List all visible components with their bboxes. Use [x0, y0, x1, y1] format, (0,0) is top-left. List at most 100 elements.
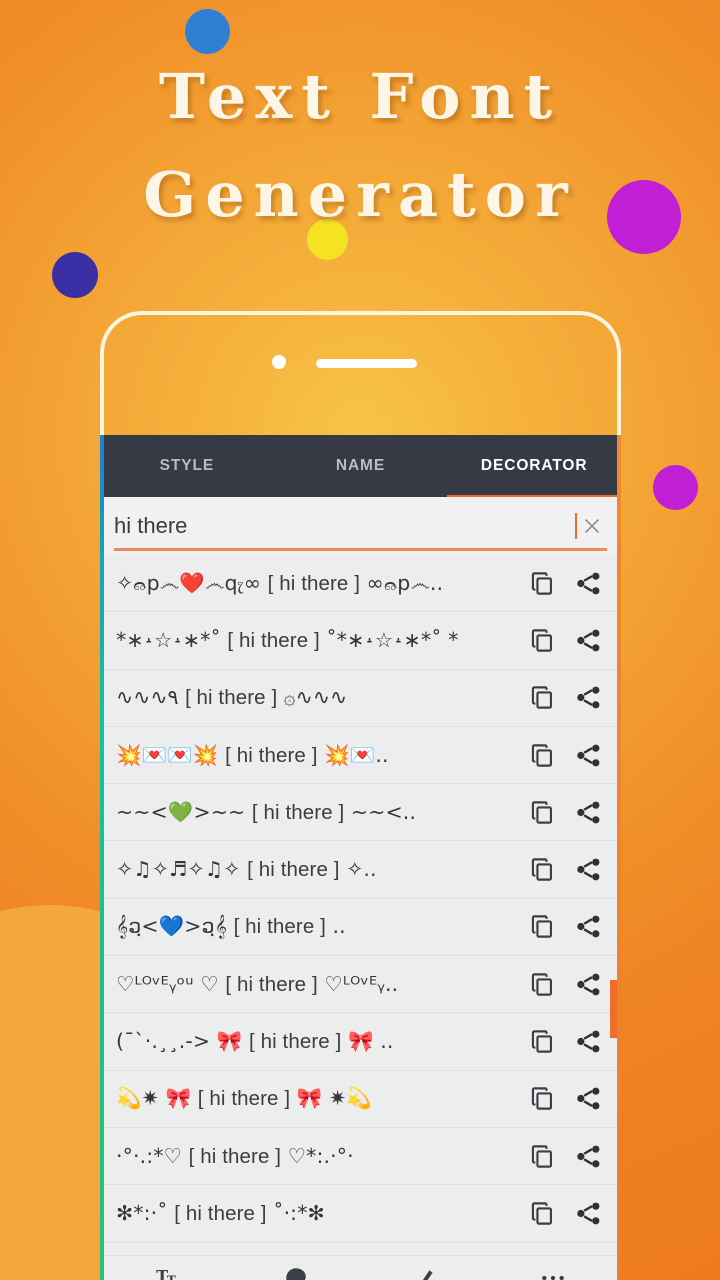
tab-name[interactable]: NAME: [274, 435, 448, 497]
vertical-scrollbar-thumb[interactable]: [610, 980, 617, 1038]
toolbar-more-button[interactable]: [489, 1265, 617, 1280]
tab-decorator[interactable]: DECORATOR: [447, 435, 621, 499]
share-icon: [576, 1030, 599, 1053]
screen-left-rail: [100, 435, 104, 1280]
share-button[interactable]: [565, 1190, 611, 1236]
decoration-list[interactable]: ✧෬p෴❤️෴q෭∞ [ hi there ] ∞෬p෴.. *∗˔☆˔∗*˚ […: [104, 555, 617, 1280]
share-button[interactable]: [565, 1076, 611, 1122]
decoration-row[interactable]: (¯`·.¸¸.-> 🎀 [ hi there ] 🎀 ..: [104, 1013, 617, 1071]
decoration-preview-text: (¯`·.¸¸.-> 🎀 [ hi there ] 🎀 ..: [116, 1029, 394, 1054]
decoration-preview-text: ♡ᴸᴼᵛᴱᵧᵒᵘ ♡ [ hi there ] ♡ᴸᴼᵛᴱᵧ..: [116, 971, 399, 996]
search-input[interactable]: [114, 513, 577, 539]
copy-icon: [531, 973, 552, 996]
copy-button[interactable]: [519, 789, 565, 835]
decoration-preview-text: ·°·.:*♡ [ hi there ] ♡*:.·°·: [116, 1143, 354, 1168]
decoration-preview-text: 💥💌💌💥 [ hi there ] 💥💌..: [116, 742, 389, 767]
speaker-bar-icon: [316, 359, 417, 368]
copy-icon: [531, 1202, 552, 1225]
share-button[interactable]: [565, 617, 611, 663]
bottom-toolbar: T T: [104, 1255, 617, 1280]
share-button[interactable]: [565, 904, 611, 950]
decoration-row[interactable]: ♡ᴸᴼᵛᴱᵧᵒᵘ ♡ [ hi there ] ♡ᴸᴼᵛᴱᵧ..: [104, 956, 617, 1014]
decorative-circle-indigo: [52, 252, 98, 298]
share-icon: [576, 572, 599, 595]
share-button[interactable]: [565, 560, 611, 606]
decoration-preview-text: *∗˔☆˔∗*˚ [ hi there ] ˚*∗˔☆˔∗*˚ *: [116, 627, 459, 652]
copy-icon: [531, 743, 552, 767]
copy-icon: [531, 686, 552, 709]
copy-button[interactable]: [519, 904, 565, 950]
share-icon: [576, 1087, 599, 1110]
share-icon: [576, 801, 599, 824]
decoration-preview-text: ✻*:·˚ [ hi there ] ˚·:*✻: [116, 1200, 325, 1225]
decoration-preview-text: ∿∿∿٩ [ hi there ] ۞∿∿∿: [116, 685, 348, 710]
brush-icon: [422, 1270, 433, 1280]
share-icon: [576, 744, 599, 766]
decoration-preview-text: ~~<💚>~~ [ hi there ] ~~<..: [116, 799, 416, 824]
copy-button[interactable]: [519, 675, 565, 721]
palette-icon: [286, 1268, 307, 1280]
copy-button[interactable]: [519, 1133, 565, 1179]
copy-button[interactable]: [519, 961, 565, 1007]
tab-style[interactable]: STYLE: [100, 435, 274, 497]
copy-icon: [531, 1144, 552, 1168]
decoration-row[interactable]: ✧♫✧♬✧♫✧ [ hi there ] ✧..: [104, 841, 617, 899]
decoration-row[interactable]: ∿∿∿٩ [ hi there ] ۞∿∿∿: [104, 669, 617, 727]
copy-icon: [531, 1030, 552, 1053]
app-screen: STYLE NAME DECORATOR ✧෬p෴❤️෴q෭∞ [ hi the…: [100, 435, 621, 1280]
font-size-icon: T T: [156, 1266, 176, 1280]
copy-button[interactable]: [519, 1076, 565, 1122]
share-button[interactable]: [565, 1133, 611, 1179]
decoration-row[interactable]: 💫✷ 🎀 [ hi there ] 🎀 ✷💫: [104, 1070, 617, 1128]
decoration-preview-text: ✧♫✧♬✧♫✧ [ hi there ] ✧..: [116, 857, 377, 882]
toolbar-color-button[interactable]: [232, 1265, 360, 1280]
share-icon: [576, 629, 599, 652]
copy-icon: [531, 801, 552, 824]
copy-icon: [531, 915, 552, 939]
share-button[interactable]: [565, 675, 611, 721]
share-button[interactable]: [565, 789, 611, 835]
share-icon: [576, 858, 599, 881]
share-button[interactable]: [565, 847, 611, 893]
share-button[interactable]: [565, 732, 611, 778]
decoration-row[interactable]: ✻*:·˚ [ hi there ] ˚·:*✻: [104, 1185, 617, 1243]
decoration-row[interactable]: ✧෬p෴❤️෴q෭∞ [ hi there ] ∞෬p෴..: [104, 555, 617, 613]
share-icon: [576, 1202, 599, 1225]
decoration-row[interactable]: 𝄞ວฺ<💙>ວฺ𝄞 [ hi there ] ..: [104, 898, 617, 957]
copy-icon: [531, 571, 552, 595]
share-icon: [576, 916, 599, 938]
decoration-row[interactable]: ~~<💚>~~ [ hi there ] ~~<..: [104, 784, 617, 842]
phone-mockup-frame: STYLE NAME DECORATOR ✧෬p෴❤️෴q෭∞ [ hi the…: [100, 311, 621, 1280]
share-icon: [576, 686, 599, 709]
search-field-container: [100, 497, 621, 555]
decoration-preview-text: 𝄞ວฺ<💙>ວฺ𝄞 [ hi there ] ..: [116, 914, 346, 939]
decoration-preview-text: ✧෬p෴❤️෴q෭∞ [ hi there ] ∞෬p෴..: [116, 570, 444, 595]
decoration-row[interactable]: *∗˔☆˔∗*˚ [ hi there ] ˚*∗˔☆˔∗*˚ *: [104, 612, 617, 670]
decoration-row[interactable]: 💥💌💌💥 [ hi there ] 💥💌..: [104, 726, 617, 785]
screen-right-rail: [617, 435, 621, 1280]
share-icon: [576, 1145, 599, 1168]
clear-text-button[interactable]: [577, 511, 607, 541]
svg-text:T: T: [167, 1274, 176, 1280]
copy-icon: [531, 858, 552, 881]
toolbar-style-button[interactable]: [361, 1265, 489, 1280]
decoration-preview-text: 💫✷ 🎀 [ hi there ] 🎀 ✷💫: [116, 1086, 372, 1111]
share-button[interactable]: [565, 1019, 611, 1065]
decorative-circle-magenta-small: [653, 465, 698, 510]
page-title: Text Font Generator: [143, 60, 577, 231]
copy-button[interactable]: [519, 732, 565, 778]
copy-icon: [531, 1087, 552, 1111]
share-icon: [576, 973, 599, 996]
close-icon: [585, 519, 599, 533]
copy-icon: [531, 629, 552, 652]
share-button[interactable]: [565, 961, 611, 1007]
copy-button[interactable]: [519, 560, 565, 606]
camera-dot-icon: [272, 355, 286, 369]
more-icon: [542, 1275, 564, 1280]
copy-button[interactable]: [519, 1190, 565, 1236]
copy-button[interactable]: [519, 617, 565, 663]
decoration-row[interactable]: ·°·.:*♡ [ hi there ] ♡*:.·°·: [104, 1127, 617, 1186]
toolbar-font-button[interactable]: T T: [104, 1265, 232, 1280]
copy-button[interactable]: [519, 847, 565, 893]
copy-button[interactable]: [519, 1019, 565, 1065]
